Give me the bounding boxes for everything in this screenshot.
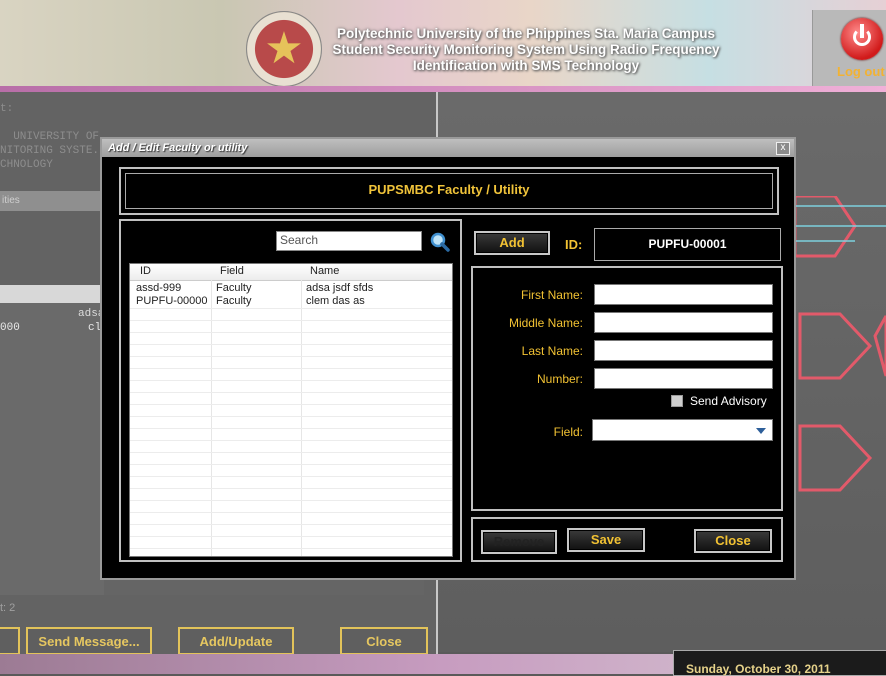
background-grid-fragment-b: 000 — [0, 322, 20, 334]
app-title-line-3: Identification with SMS Technology — [412, 58, 640, 73]
banner-title: PUPSMBC Faculty / Utility — [125, 173, 773, 209]
dialog-close-icon[interactable]: x — [776, 142, 790, 155]
grid-divider — [301, 280, 302, 556]
save-button[interactable]: Save — [567, 528, 645, 552]
close-button[interactable]: Close — [694, 529, 772, 553]
grid-row-line — [130, 464, 452, 465]
dialog-banner: PUPSMBC Faculty / Utility — [119, 167, 779, 215]
send-message-button[interactable]: Send Message... — [26, 627, 152, 655]
dialog-titlebar[interactable]: Add / Edit Faculty or utility x — [102, 139, 794, 157]
background-close-button[interactable]: Close — [340, 627, 428, 655]
faculty-table[interactable]: ID Field Name assd-999 Faculty adsa jsdf… — [129, 263, 453, 557]
app-header: ★ Polytechnic University of the Phippine… — [0, 0, 886, 92]
grid-row-line — [130, 440, 452, 441]
grid-row-line — [130, 344, 452, 345]
cell-field: Faculty — [216, 295, 252, 307]
field-label: Field: — [553, 425, 583, 439]
faculty-dialog: Add / Edit Faculty or utility x PUPSMBC … — [100, 137, 796, 580]
background-grid-header — [0, 285, 104, 303]
grid-row-line — [130, 320, 452, 321]
app-title-line-1: Polytechnic University of the Phippines … — [336, 26, 716, 41]
column-header-field[interactable]: Field — [220, 265, 244, 277]
send-advisory-label[interactable]: Send Advisory — [690, 394, 767, 408]
first-name-label: First Name: — [520, 288, 583, 302]
send-advisory-checkbox[interactable] — [671, 395, 683, 407]
middle-name-field[interactable] — [594, 312, 773, 333]
table-row[interactable]: assd-999 Faculty adsa jsdf sfds — [130, 282, 452, 295]
cell-field: Faculty — [216, 282, 252, 294]
action-panel: Remove Save Close — [471, 517, 783, 562]
background-count: t: 2 — [0, 602, 16, 614]
university-seal-logo: ★ — [246, 11, 322, 87]
background-tab[interactable]: ities — [0, 191, 104, 211]
grid-divider — [211, 280, 212, 556]
grid-row-line — [130, 536, 452, 537]
logout-button[interactable]: Log out — [812, 10, 886, 90]
logout-label: Log out — [837, 64, 885, 79]
list-panel: Search ID Field Name assd-999 Faculty ad… — [119, 219, 462, 562]
field-select[interactable] — [592, 419, 773, 441]
add-button[interactable]: Add — [474, 231, 550, 255]
grid-row-line — [130, 452, 452, 453]
last-name-field[interactable] — [594, 340, 773, 361]
number-label: Number: — [536, 372, 583, 386]
cell-name: adsa jsdf sfds — [306, 282, 374, 294]
cell-id: assd-999 — [136, 282, 182, 294]
grid-row-line — [130, 428, 452, 429]
cell-name: clem das as — [306, 295, 365, 307]
hexagon-decoration — [795, 196, 886, 492]
column-header-id[interactable]: ID — [140, 265, 151, 277]
grid-row-line — [130, 476, 452, 477]
grid-row-line — [130, 512, 452, 513]
grid-row-line — [130, 380, 452, 381]
background-text-3: CHNOLOGY — [0, 159, 53, 171]
middle-name-label: Middle Name: — [508, 316, 583, 330]
table-header: ID Field Name — [130, 264, 452, 281]
id-label: ID: — [565, 237, 583, 252]
grid-row-line — [130, 500, 452, 501]
star-icon: ★ — [264, 24, 304, 73]
background-label: t: — [0, 103, 14, 115]
grid-row-line — [130, 308, 452, 309]
grid-row-line — [130, 416, 452, 417]
grid-row-line — [130, 332, 452, 333]
last-name-label: Last Name: — [521, 344, 583, 358]
first-name-field[interactable] — [594, 284, 773, 305]
app-title: Polytechnic University of the Phippines … — [320, 26, 732, 74]
chevron-down-icon — [756, 428, 766, 434]
grid-row-line — [130, 356, 452, 357]
search-icon[interactable] — [430, 232, 450, 252]
id-value: PUPFU-00001 — [594, 228, 781, 261]
search-input[interactable]: Search — [276, 231, 422, 251]
cell-id: PUPFU-00000 — [136, 295, 208, 307]
grid-row-line — [130, 404, 452, 405]
number-field[interactable] — [594, 368, 773, 389]
grid-row-line — [130, 392, 452, 393]
background-left-button[interactable] — [0, 627, 20, 655]
add-update-button[interactable]: Add/Update — [178, 627, 294, 655]
dialog-title: Add / Edit Faculty or utility — [108, 142, 248, 154]
column-header-name[interactable]: Name — [310, 265, 339, 277]
grid-row-line — [130, 548, 452, 549]
power-icon — [841, 18, 883, 60]
grid-row-line — [130, 368, 452, 369]
remove-button[interactable]: Remove — [481, 530, 557, 554]
form-panel: First Name: Middle Name: Last Name: Numb… — [471, 266, 783, 511]
grid-row-line — [130, 488, 452, 489]
grid-row-line — [130, 524, 452, 525]
table-row[interactable]: PUPFU-00000 Faculty clem das as — [130, 295, 452, 308]
background-text-2: NITORING SYSTE... — [0, 145, 113, 157]
app-title-line-2: Student Security Monitoring System Using… — [332, 42, 720, 57]
